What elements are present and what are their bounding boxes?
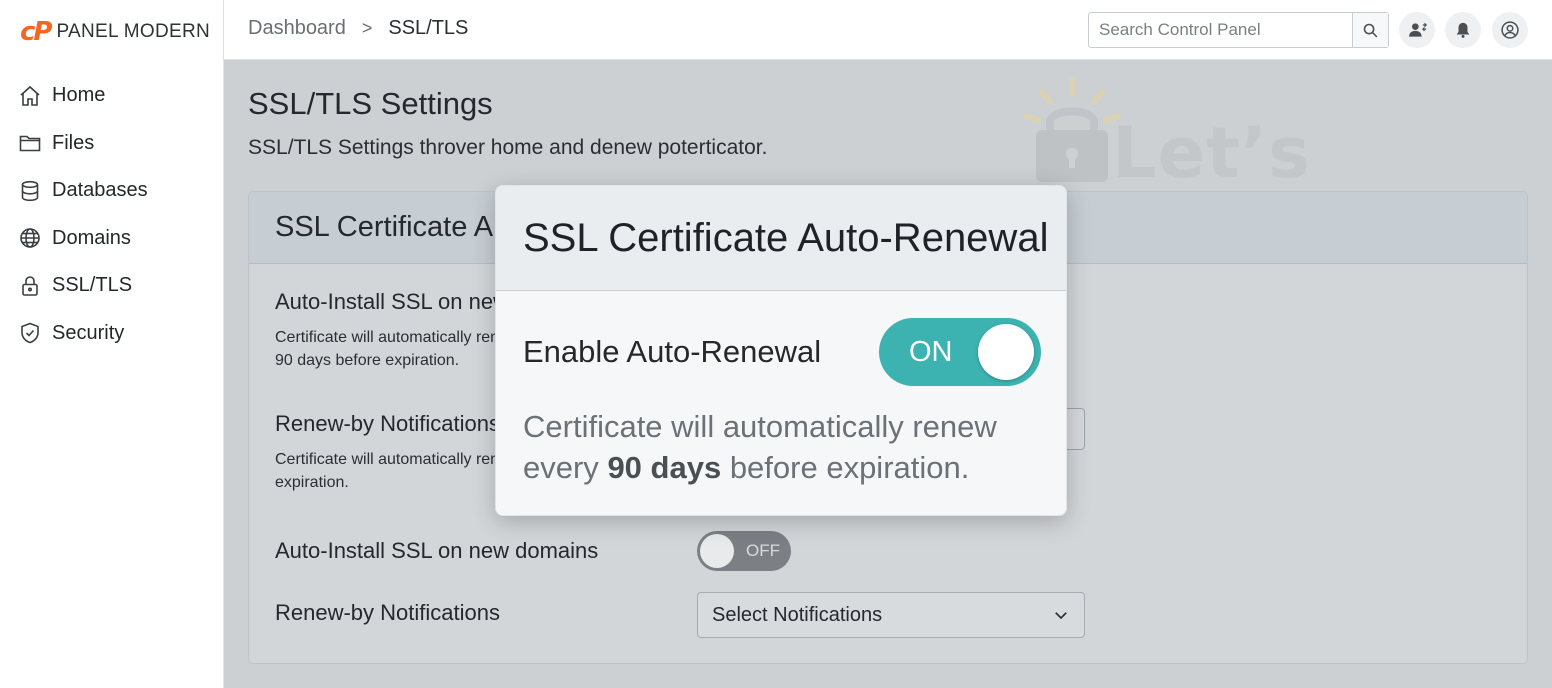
notifications-select[interactable]: Select Notifications bbox=[697, 592, 1085, 638]
auto-renewal-description: Certificate will automatically renew eve… bbox=[523, 406, 1043, 488]
chevron-down-icon bbox=[1055, 612, 1067, 620]
card-title: SSL Certificate Au bbox=[275, 211, 510, 243]
description-suffix: before expiration. bbox=[721, 450, 970, 485]
sidebar-item-files[interactable]: Files bbox=[18, 120, 218, 168]
home-icon bbox=[20, 85, 40, 106]
sidebar-item-label: Domains bbox=[52, 226, 131, 249]
auto-install-label: Auto-Install SSL on new bbox=[275, 289, 509, 314]
breadcrumb-current: SSL/TLS bbox=[388, 17, 469, 39]
auto-install-description: Certificate will automatically ren 90 da… bbox=[275, 329, 500, 369]
search-icon bbox=[1363, 23, 1378, 37]
enable-auto-renewal-label: Enable Auto-Renewal bbox=[523, 334, 822, 369]
breadcrumb: Dashboard > SSL/TLS bbox=[248, 17, 468, 40]
toggle-knob bbox=[978, 324, 1034, 380]
search-input[interactable] bbox=[1089, 13, 1352, 47]
auto-renewal-toggle[interactable]: ON bbox=[879, 318, 1041, 386]
lets-encrypt-watermark: Let’s Encrypt bbox=[1004, 70, 1544, 276]
sidebar-item-label: Files bbox=[52, 131, 95, 154]
shield-icon bbox=[21, 322, 39, 344]
modal-header: SSL Certificate Auto-Renewal bbox=[496, 186, 1066, 291]
sidebar-item-domains[interactable]: Domains bbox=[18, 215, 218, 263]
brand-name: PANEL MODERN bbox=[56, 21, 210, 42]
sidebar-nav: Home Files Databases Domains SSL/TLS Sec… bbox=[18, 72, 218, 357]
globe-icon bbox=[20, 228, 40, 249]
folder-icon bbox=[19, 135, 41, 152]
user-avatar-icon bbox=[1501, 21, 1519, 39]
search-box bbox=[1088, 12, 1389, 48]
sidebar-item-home[interactable]: Home bbox=[18, 72, 218, 120]
sidebar-item-label: Home bbox=[52, 84, 106, 107]
sidebar-item-ssl-tls[interactable]: SSL/TLS bbox=[18, 262, 218, 310]
bell-icon bbox=[1456, 22, 1470, 38]
page-title: SSL/TLS Settings bbox=[248, 86, 493, 121]
renew-notifications-description: Certificate will automatically ren expir… bbox=[275, 451, 500, 491]
search-button[interactable] bbox=[1352, 13, 1388, 47]
select-value: Select Notifications bbox=[712, 603, 883, 626]
auto-install-domains-label: Auto-Install SSL on new domains bbox=[275, 538, 599, 563]
sidebar-item-label: SSL/TLS bbox=[52, 274, 133, 297]
page-description: SSL/TLS Settings throver home and denew … bbox=[248, 136, 768, 159]
user-switch-icon bbox=[1409, 22, 1427, 37]
auto-renewal-modal: SSL Certificate Auto-Renewal Enable Auto… bbox=[495, 185, 1067, 516]
renew-notifications-label: Renew-by Notifications bbox=[275, 411, 500, 436]
sidebar-item-label: Databases bbox=[52, 179, 148, 202]
sidebar: cP PANEL MODERN Home Files Databases Dom… bbox=[0, 0, 224, 688]
auto-install-domains-toggle[interactable]: OFF bbox=[697, 531, 791, 571]
brand-logo[interactable]: cP PANEL MODERN bbox=[20, 17, 210, 47]
cpanel-logo-mark: cP bbox=[20, 17, 53, 47]
breadcrumb-separator: > bbox=[361, 18, 373, 38]
toggle-state-label: ON bbox=[909, 335, 953, 368]
toggle-state-label: OFF bbox=[746, 541, 780, 560]
breadcrumb-dashboard-link[interactable]: Dashboard bbox=[248, 17, 346, 40]
top-bar: Dashboard > SSL/TLS bbox=[224, 0, 1552, 60]
account-button[interactable] bbox=[1492, 12, 1528, 48]
sidebar-item-databases[interactable]: Databases bbox=[18, 167, 218, 215]
modal-title: SSL Certificate Auto-Renewal bbox=[523, 215, 1049, 260]
database-icon bbox=[21, 180, 39, 201]
sidebar-item-label: Security bbox=[52, 321, 125, 344]
renewal-interval: 90 days bbox=[607, 450, 722, 485]
toggle-knob bbox=[700, 534, 734, 568]
lock-icon bbox=[22, 275, 38, 296]
renew-by-notifications-label: Renew-by Notifications bbox=[275, 600, 500, 625]
sidebar-item-security[interactable]: Security bbox=[18, 310, 218, 358]
notifications-button[interactable] bbox=[1445, 12, 1481, 48]
user-switch-button[interactable] bbox=[1399, 12, 1435, 48]
